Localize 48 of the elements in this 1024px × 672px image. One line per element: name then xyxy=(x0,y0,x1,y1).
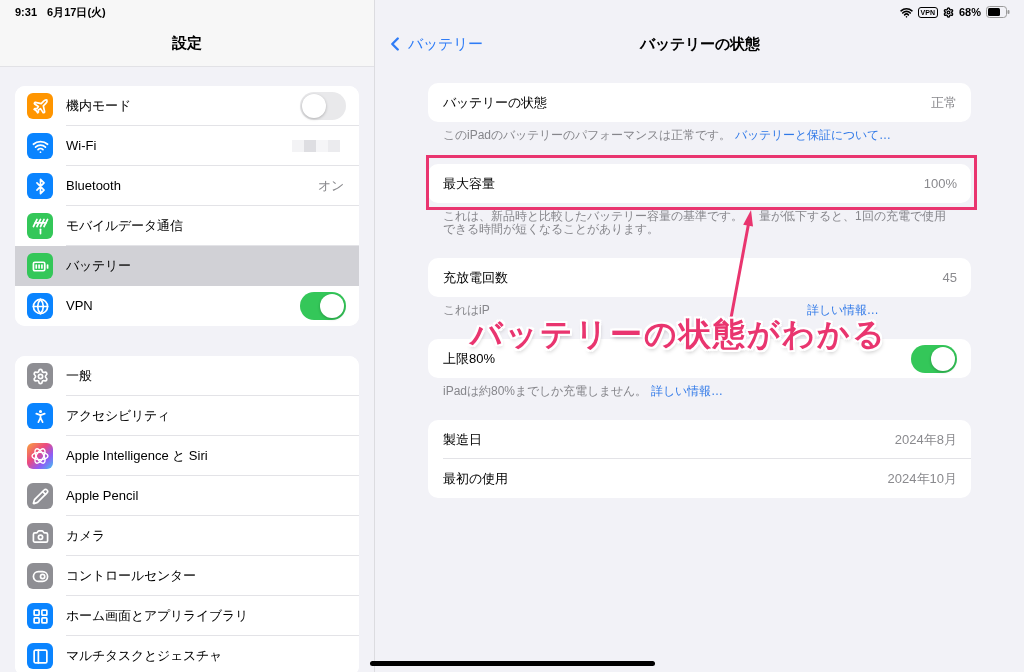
bluetooth-icon xyxy=(27,173,53,199)
battery-icon xyxy=(27,253,53,279)
row-value: 45 xyxy=(942,270,957,285)
toggle-icon xyxy=(27,563,53,589)
row-label: 最大容量 xyxy=(443,176,495,191)
footnote-text: これはiP 詳しい情報… xyxy=(442,302,880,317)
row-value: 2024年8月 xyxy=(894,431,957,447)
footnote-link[interactable]: 詳しい情報… xyxy=(806,303,879,317)
sidebar-title: 設定 xyxy=(172,32,202,53)
wifi-icon xyxy=(899,5,913,19)
sidebar-item[interactable]: バッテリー xyxy=(15,246,359,286)
camera-icon xyxy=(27,523,53,549)
app-grid-icon xyxy=(27,603,53,629)
panel-icon xyxy=(27,643,53,669)
row-label: バッテリーの状態 xyxy=(443,95,547,110)
toggle-switch[interactable] xyxy=(300,91,346,120)
row-label: 充放電回数 xyxy=(443,270,508,285)
footnote-link[interactable]: バッテリーと保証について… xyxy=(735,128,892,142)
nav-title: バッテリーの状態 xyxy=(639,33,760,54)
battery-percent: 68% xyxy=(958,4,981,20)
battery-icon xyxy=(986,6,1010,18)
status-date: 6月17日(火) xyxy=(47,4,106,20)
row-value: 2024年10月 xyxy=(887,471,957,486)
accessibility-icon xyxy=(27,403,53,429)
footnote-link[interactable]: 詳しい情報… xyxy=(651,384,724,398)
footnote-text: これは、新品時と比較したバッテリー容量の基準です。 量が低下すると、1回の充電で使用できる時間が短くなることがあります。 xyxy=(442,208,947,236)
row-label: 製造日 xyxy=(443,431,482,447)
flower-icon xyxy=(27,443,53,469)
back-button[interactable]: バッテリー xyxy=(384,32,483,56)
airplane-icon xyxy=(27,93,53,119)
status-time: 9:31 xyxy=(15,4,38,20)
footnote-text: このiPadのバッテリーのパフォーマンスは正常です。 バッテリーと保証について… xyxy=(442,127,893,142)
annotation-caption: バッテリーの状態がわかる xyxy=(470,318,887,350)
row-label: 上限80% xyxy=(443,351,496,366)
gear-icon xyxy=(27,363,53,389)
toggle-switch[interactable] xyxy=(911,344,957,373)
mosaic-icon xyxy=(292,139,340,152)
toggle-switch[interactable] xyxy=(300,292,346,320)
gear-icon xyxy=(942,6,954,18)
pencil-icon xyxy=(27,483,53,509)
row-value: 100% xyxy=(923,176,957,191)
footnote-text: iPadは約80%までしか充電しません。 詳しい情報… xyxy=(442,383,725,398)
globe-icon xyxy=(27,293,53,319)
item-value: オン xyxy=(318,176,344,195)
antenna-icon xyxy=(27,213,53,239)
row-value: 正常 xyxy=(931,95,957,110)
row-label: 最初の使用 xyxy=(443,471,508,486)
wifi-icon xyxy=(27,133,53,159)
